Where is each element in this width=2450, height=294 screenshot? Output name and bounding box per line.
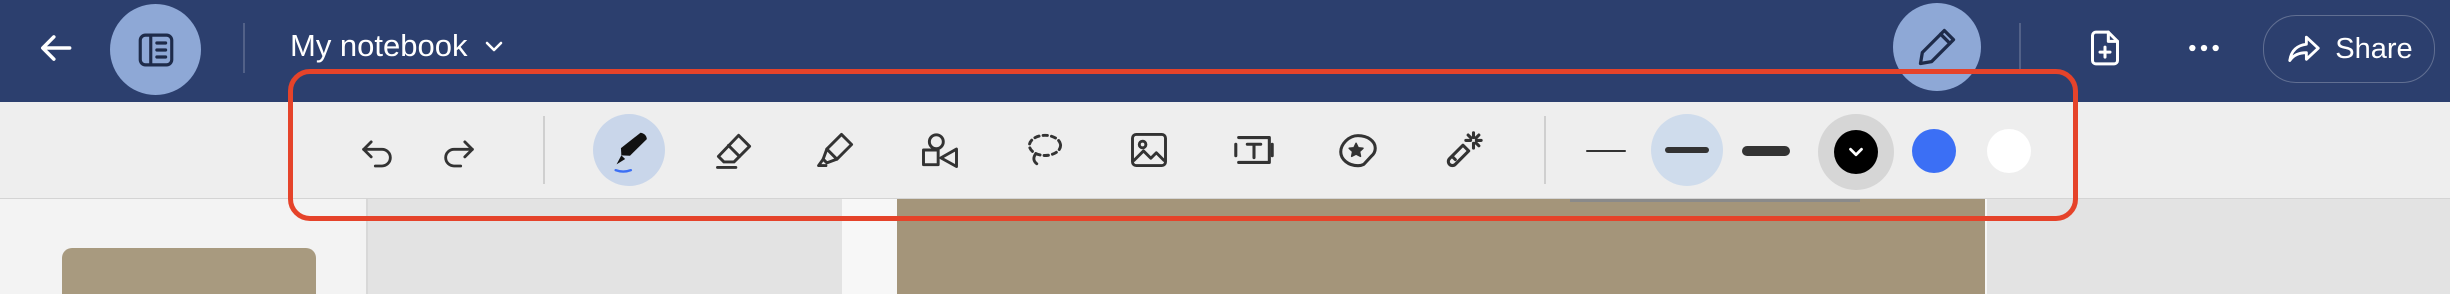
- page-thumbnail[interactable]: [62, 248, 316, 294]
- chevron-down-icon: [1849, 147, 1863, 157]
- laser-pointer-icon: [1446, 131, 1483, 168]
- more-horizontal-icon: [2189, 44, 2219, 52]
- share-arrow-icon: [2288, 35, 2320, 62]
- sticker-icon: [1339, 134, 1377, 168]
- medium-line-icon: [1665, 147, 1709, 153]
- color-swatch-black: [1834, 130, 1878, 174]
- lasso-icon: [1027, 133, 1063, 166]
- sticker-tool-button[interactable]: [1330, 122, 1386, 178]
- undo-icon: [362, 140, 392, 168]
- appbar-divider: [243, 23, 245, 73]
- toolbar-divider-2: [1544, 116, 1546, 184]
- page-image[interactable]: [897, 199, 1985, 294]
- page-underline-stroke: [1570, 199, 1860, 202]
- more-options-button[interactable]: [2176, 20, 2232, 76]
- toolbar-divider: [543, 116, 545, 184]
- shapes-tool-button[interactable]: [912, 122, 968, 178]
- image-icon: [1131, 132, 1167, 168]
- color-white-button[interactable]: [1982, 124, 2036, 178]
- thick-line-icon: [1742, 146, 1790, 156]
- redo-button[interactable]: [432, 124, 486, 178]
- notebook-title-text: My notebook: [290, 28, 468, 63]
- share-button[interactable]: Share: [2263, 15, 2435, 83]
- text-box-icon: [1234, 136, 1274, 164]
- app-bar: My notebook Share: [0, 0, 2450, 102]
- sidebar-toggle-button[interactable]: [110, 4, 201, 95]
- fountain-pen-icon: [614, 132, 647, 173]
- stroke-width-thin[interactable]: [1576, 124, 1636, 178]
- back-button[interactable]: [30, 21, 84, 75]
- thin-line-icon: [1586, 150, 1626, 152]
- pen-icon: [1918, 28, 1956, 66]
- appbar-divider-right: [2019, 23, 2021, 73]
- undo-button[interactable]: [350, 124, 404, 178]
- pen-mode-button[interactable]: [1893, 3, 1981, 91]
- image-tool-button[interactable]: [1121, 122, 1177, 178]
- highlighter-icon: [817, 132, 854, 168]
- arrow-left-icon: [41, 35, 72, 61]
- sidebar-panel-icon: [138, 33, 173, 66]
- color-blue-button[interactable]: [1907, 124, 1961, 178]
- drawing-toolbar: [0, 102, 2450, 199]
- color-black-button[interactable]: [1818, 114, 1894, 190]
- stroke-width-medium[interactable]: [1651, 114, 1723, 186]
- file-plus-icon: [2091, 30, 2119, 66]
- highlighter-tool-button[interactable]: [808, 122, 864, 178]
- text-box-tool-button[interactable]: [1226, 122, 1282, 178]
- lasso-tool-button[interactable]: [1017, 122, 1073, 178]
- shapes-icon: [922, 133, 958, 168]
- add-page-button[interactable]: [2077, 20, 2133, 76]
- redo-icon: [444, 140, 474, 168]
- eraser-icon: [716, 133, 752, 169]
- share-label: Share: [2335, 32, 2413, 65]
- stroke-width-thick[interactable]: [1736, 124, 1796, 178]
- chevron-down-icon: [485, 41, 502, 52]
- laser-pointer-tool-button[interactable]: [1434, 122, 1490, 178]
- pen-tool-button[interactable]: [593, 114, 665, 186]
- color-swatch-blue: [1912, 129, 1956, 173]
- eraser-tool-button[interactable]: [706, 122, 762, 178]
- notebook-title[interactable]: My notebook: [290, 28, 506, 64]
- color-swatch-white: [1987, 129, 2031, 173]
